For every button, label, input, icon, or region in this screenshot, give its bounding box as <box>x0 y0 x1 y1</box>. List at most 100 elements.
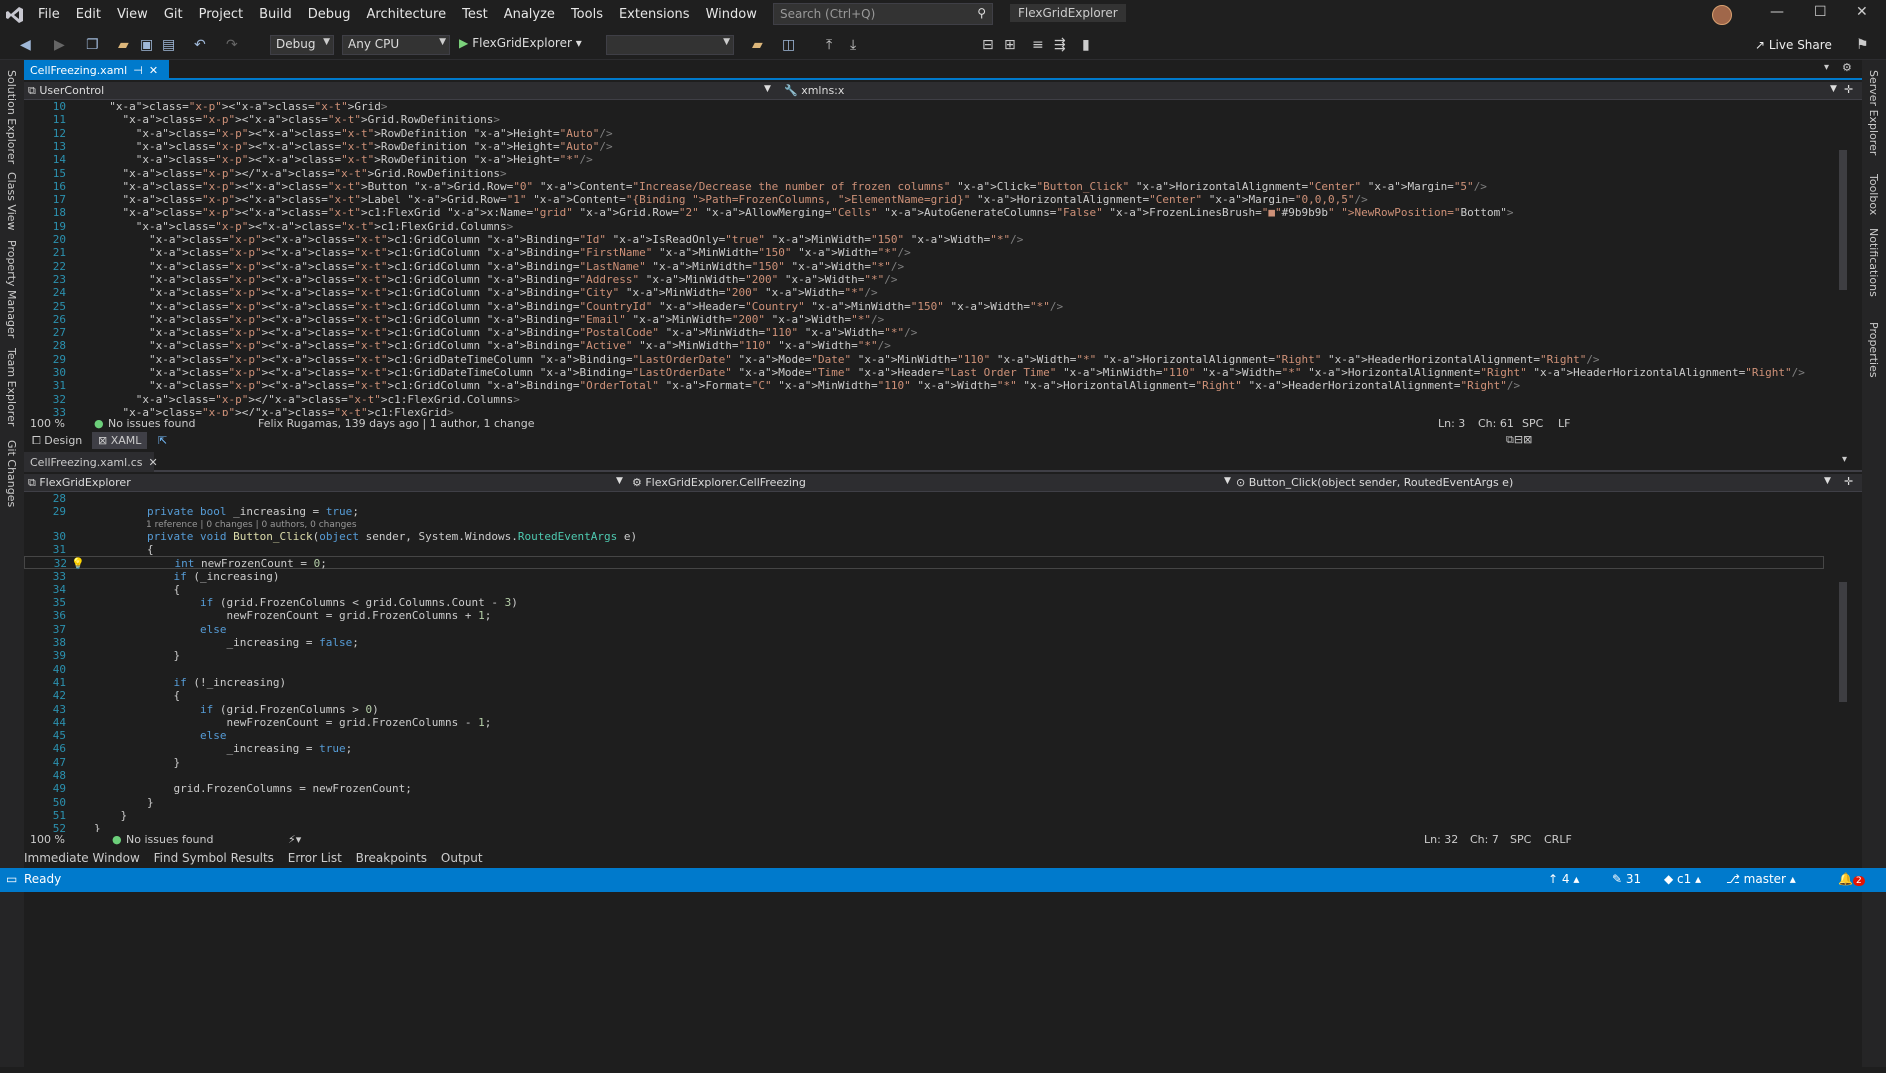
close-tab-icon[interactable]: ✕ <box>148 456 157 469</box>
code-line[interactable]: 11 "x-a">class="x-p"><"x-a">class="x-t">… <box>24 113 1834 126</box>
bottom-vertical-scrollbar[interactable] <box>1836 492 1850 832</box>
code-line[interactable]: 12 "x-a">class="x-p"><"x-a">class="x-t">… <box>24 127 1834 140</box>
tab-xaml[interactable]: ⊠ XAML <box>92 432 148 449</box>
tab-design[interactable]: ⧠ Design <box>32 434 82 448</box>
code-line[interactable]: 10 "x-a">class="x-p"><"x-a">class="x-t">… <box>24 100 1834 113</box>
code-line[interactable]: 46 _increasing = true; <box>24 742 1824 755</box>
chevron-down-icon[interactable]: ▼ <box>1830 84 1837 94</box>
minimize-icon[interactable]: — <box>1770 4 1784 20</box>
chevron-down-icon[interactable]: ▼ <box>616 476 623 486</box>
code-line[interactable]: 38 _increasing = false; <box>24 636 1824 649</box>
code-line[interactable]: 18 "x-a">class="x-p"><"x-a">class="x-t">… <box>24 206 1834 219</box>
tab-cellfreezing-xaml[interactable]: CellFreezing.xaml ⊣ ✕ <box>24 60 169 80</box>
folder-icon[interactable]: ▰ <box>752 37 763 53</box>
code-line[interactable]: 21 "x-a">class="x-p"><"x-a">class="x-t">… <box>24 246 1834 259</box>
feedback-icon[interactable]: ⚑ <box>1856 37 1869 53</box>
screenshot-icon[interactable]: ◫ <box>782 37 795 53</box>
line-endings[interactable]: LF <box>1558 417 1570 430</box>
configuration-dropdown[interactable]: Debug ▼ <box>270 35 334 55</box>
menu-project[interactable]: Project <box>191 0 251 30</box>
code-line[interactable]: 35 if (grid.FrozenColumns < grid.Columns… <box>24 596 1824 609</box>
code-line[interactable]: 51 } <box>24 809 1824 822</box>
member-selector[interactable]: 🔧 xmlns:x <box>784 84 844 97</box>
code-line[interactable]: 30 private void Button_Click(object send… <box>24 530 1824 543</box>
save-all-icon[interactable]: ▤ <box>162 37 175 53</box>
code-line[interactable]: 42 { <box>24 689 1824 702</box>
split-icon[interactable]: ✛ <box>1844 83 1853 96</box>
code-line[interactable]: 52} <box>24 822 1824 832</box>
menu-edit[interactable]: Edit <box>68 0 109 30</box>
scroll-thumb[interactable] <box>1839 582 1847 702</box>
menu-analyze[interactable]: Analyze <box>496 0 563 30</box>
line-endings[interactable]: CRLF <box>1544 833 1572 846</box>
new-project-icon[interactable]: ❐ <box>86 37 99 53</box>
code-line[interactable]: 31 "x-a">class="x-p"><"x-a">class="x-t">… <box>24 379 1834 392</box>
class-selector[interactable]: ⚙ FlexGridExplorer.CellFreezing <box>632 476 806 489</box>
tab-properties[interactable]: Properties <box>1867 322 1880 378</box>
line-number[interactable]: Ln: 32 <box>1424 833 1458 846</box>
menu-test[interactable]: Test <box>454 0 496 30</box>
push-count[interactable]: ↑ 4 ▴ <box>1548 872 1579 886</box>
git-blame[interactable]: Felix Rugamas, 139 days ago | 1 author, … <box>258 417 534 430</box>
tab-solution-explorer[interactable]: Solution Explorer <box>5 70 18 164</box>
code-line[interactable]: 34 { <box>24 583 1824 596</box>
code-line[interactable]: 30 "x-a">class="x-p"><"x-a">class="x-t">… <box>24 366 1834 379</box>
align-icon[interactable]: ⊟ <box>982 37 994 53</box>
code-line[interactable]: 43 if (grid.FrozenColumns > 0) <box>24 703 1824 716</box>
undo-icon[interactable]: ↶ <box>194 37 206 53</box>
repository-selector[interactable]: ◆ c1 ▴ <box>1664 872 1701 886</box>
code-line[interactable]: 31 { <box>24 543 1824 556</box>
code-line[interactable]: 48 <box>24 769 1824 782</box>
code-line[interactable]: 44 newFrozenCount = grid.FrozenColumns -… <box>24 716 1824 729</box>
code-line[interactable]: 33 if (_increasing) <box>24 570 1824 583</box>
menu-build[interactable]: Build <box>251 0 300 30</box>
code-line[interactable]: 50 } <box>24 796 1824 809</box>
forward-icon[interactable]: ▶ <box>54 37 65 53</box>
xaml-code-editor[interactable]: 10 "x-a">class="x-p"><"x-a">class="x-t">… <box>24 100 1834 416</box>
code-line[interactable]: 36 newFrozenCount = grid.FrozenColumns +… <box>24 609 1824 622</box>
close-tab-icon[interactable]: ✕ <box>149 64 158 77</box>
tab-git-changes[interactable]: Git Changes <box>5 440 18 507</box>
code-line[interactable]: 16 "x-a">class="x-p"><"x-a">class="x-t">… <box>24 180 1834 193</box>
tab-notifications[interactable]: Notifications <box>1867 228 1880 297</box>
code-line[interactable]: 25 "x-a">class="x-p"><"x-a">class="x-t">… <box>24 300 1834 313</box>
tab-overflow-icon[interactable]: ▾ <box>1842 454 1847 465</box>
menu-extensions[interactable]: Extensions <box>611 0 698 30</box>
tab-server-explorer[interactable]: Server Explorer <box>1867 70 1880 155</box>
search-input[interactable]: Search (Ctrl+Q) <box>780 7 875 21</box>
close-icon[interactable]: ✕ <box>1856 4 1868 20</box>
issues-status[interactable]: No issues found <box>108 417 195 430</box>
code-line[interactable]: 37 else <box>24 623 1824 636</box>
branch-selector[interactable]: ⎇ master ▴ <box>1726 872 1796 886</box>
scroll-thumb[interactable] <box>1839 150 1847 290</box>
project-selector[interactable]: ⧉ FlexGridExplorer <box>28 476 131 490</box>
tab-property-manager[interactable]: Property Manager <box>5 240 18 338</box>
code-line[interactable]: 39 } <box>24 649 1824 662</box>
tab-team-explorer[interactable]: Team Explorer <box>5 348 18 426</box>
popout-icon[interactable]: ⇱ <box>158 434 167 447</box>
menu-tools[interactable]: Tools <box>563 0 611 30</box>
code-line[interactable]: 23 "x-a">class="x-p"><"x-a">class="x-t">… <box>24 273 1834 286</box>
code-line[interactable]: 22 "x-a">class="x-p"><"x-a">class="x-t">… <box>24 260 1834 273</box>
menu-file[interactable]: File <box>30 0 68 30</box>
code-line[interactable]: 17 "x-a">class="x-p"><"x-a">class="x-t">… <box>24 193 1834 206</box>
menu-debug[interactable]: Debug <box>300 0 359 30</box>
code-line[interactable]: 32 💡 int newFrozenCount = 0; <box>24 556 1824 570</box>
column-number[interactable]: Ch: 61 <box>1478 417 1514 430</box>
code-line[interactable]: 15 "x-a">class="x-p"></"x-a">class="x-t"… <box>24 167 1834 180</box>
issues-status[interactable]: No issues found <box>126 833 213 846</box>
code-cleanup-icon[interactable]: ⚡▾ <box>288 833 301 846</box>
code-line[interactable]: 24 "x-a">class="x-p"><"x-a">class="x-t">… <box>24 286 1834 299</box>
build-icon[interactable]: ⤒ <box>826 37 832 53</box>
live-share-button[interactable]: ↗ Live Share <box>1755 38 1832 52</box>
uncomment-icon[interactable]: ⇶ <box>1054 37 1066 53</box>
deploy-icon[interactable]: ⤓ <box>850 37 856 53</box>
menu-architecture[interactable]: Architecture <box>359 0 455 30</box>
chevron-down-icon[interactable]: ▼ <box>764 84 771 94</box>
save-icon[interactable]: ▣ <box>140 37 153 53</box>
tab-cellfreezing-xaml-cs[interactable]: CellFreezing.xaml.cs ✕ <box>24 452 158 472</box>
maximize-icon[interactable]: ☐ <box>1814 4 1827 20</box>
tab-find-symbol-results[interactable]: Find Symbol Results <box>154 851 274 865</box>
settings-icon[interactable]: ⚙ <box>1842 61 1852 74</box>
chevron-down-icon[interactable]: ▼ <box>1224 476 1231 486</box>
